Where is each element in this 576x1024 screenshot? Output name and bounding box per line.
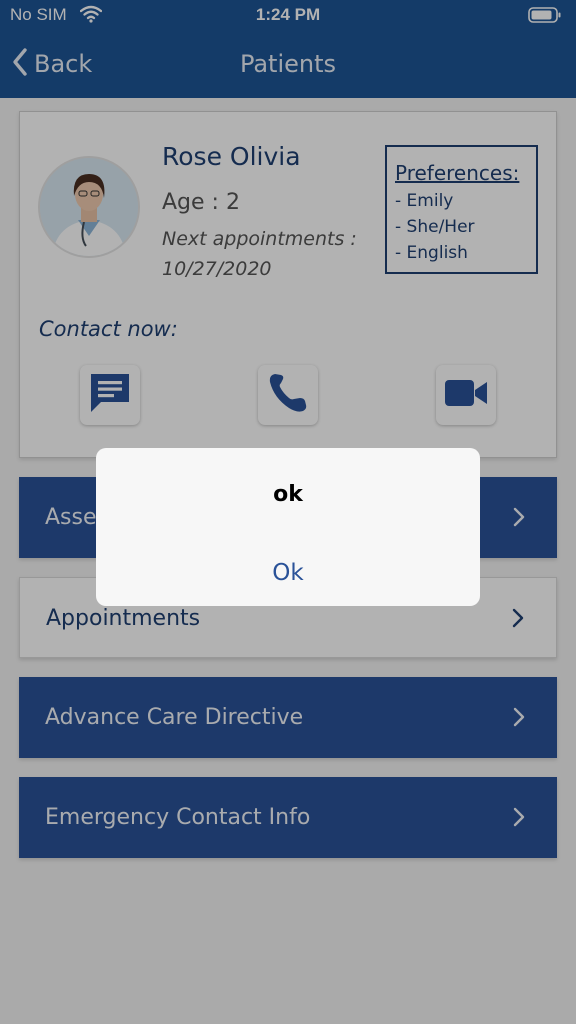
dialog-title: ok (273, 482, 303, 507)
dialog-ok-button[interactable]: Ok (96, 560, 480, 586)
alert-dialog: ok Ok (96, 448, 480, 606)
